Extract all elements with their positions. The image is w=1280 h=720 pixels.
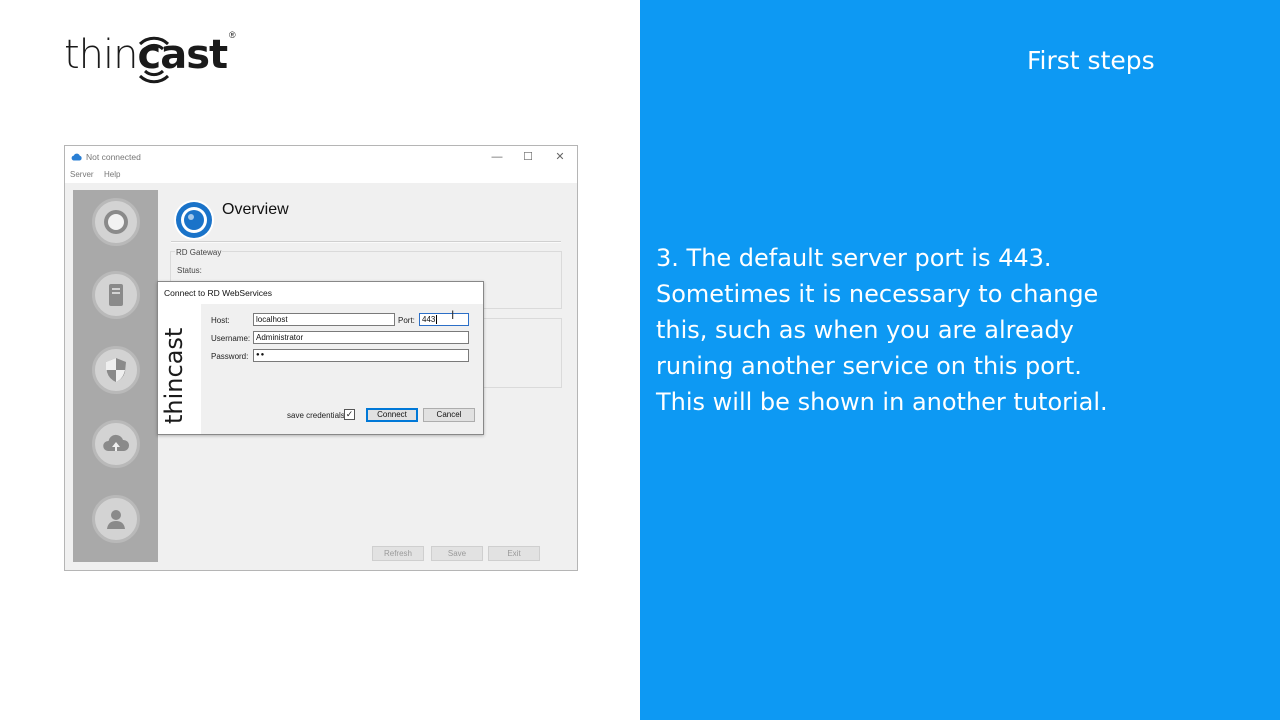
save-button[interactable]: Save: [431, 546, 483, 561]
cloud-icon: [71, 153, 82, 161]
menu-server[interactable]: Server: [70, 170, 94, 179]
thincast-logo: thincast ®: [64, 24, 244, 94]
registered-mark: ®: [229, 30, 236, 40]
password-input[interactable]: ●●: [253, 349, 469, 362]
refresh-button[interactable]: Refresh: [372, 546, 424, 561]
body-line-4: runing another service on this port.: [656, 352, 1082, 380]
port-label: Port:: [398, 316, 415, 325]
overview-eye-icon: [174, 200, 214, 240]
dialog-title: Connect to RD WebServices: [164, 288, 273, 298]
title-divider: [171, 241, 561, 243]
rd-gateway-label: RD Gateway: [175, 248, 223, 257]
window-title: Not connected: [86, 152, 141, 162]
cloud-upload-icon: [103, 434, 130, 451]
sidebar: [73, 190, 158, 562]
body-line-1: 3. The default server port is 443.: [656, 244, 1052, 272]
sidebar-item-overview[interactable]: [92, 198, 140, 246]
server-icon: [109, 284, 123, 306]
status-label: Status:: [177, 266, 202, 275]
port-value: 443: [422, 315, 436, 324]
sidebar-item-security[interactable]: [92, 346, 140, 394]
exit-button[interactable]: Exit: [488, 546, 540, 561]
save-credentials-label: save credentials: [287, 411, 345, 420]
body-line-5: This will be shown in another tutorial.: [656, 388, 1108, 416]
text-caret: [436, 315, 438, 325]
sidebar-item-users[interactable]: [92, 495, 140, 543]
dialog-thincast-logo: thincast: [160, 327, 188, 424]
page-title: Overview: [222, 201, 289, 218]
logo-thin: thin: [64, 32, 138, 78]
sidebar-item-server[interactable]: [92, 271, 140, 319]
slide-left-panel: thincast ® Not connected — ☐ ✕ Server He…: [0, 0, 640, 720]
overview-icon: [104, 210, 128, 234]
dialog-body: thincast Host: localhost Port: 443 Usern…: [158, 304, 483, 434]
connect-button[interactable]: Connect: [366, 408, 418, 422]
menu-help[interactable]: Help: [104, 170, 120, 179]
close-button[interactable]: ✕: [552, 149, 568, 165]
menu-bar: Server Help: [65, 168, 577, 183]
username-input[interactable]: Administrator: [253, 331, 469, 344]
cancel-button[interactable]: Cancel: [423, 408, 475, 422]
slide-heading: First steps: [1027, 46, 1155, 75]
users-icon: [107, 510, 125, 529]
maximize-button[interactable]: ☐: [520, 149, 536, 165]
shield-icon: [106, 358, 126, 382]
slide-body-text: 3. The default server port is 443. Somet…: [656, 240, 1266, 420]
port-input[interactable]: 443: [419, 313, 469, 326]
save-credentials-checkbox[interactable]: ✓: [344, 409, 355, 420]
minimize-button[interactable]: —: [489, 149, 505, 165]
host-label: Host:: [211, 316, 230, 325]
username-label: Username:: [211, 334, 251, 343]
window-titlebar[interactable]: Not connected — ☐ ✕: [65, 146, 577, 168]
password-label: Password:: [211, 352, 249, 361]
slide-right-panel: First steps 3. The default server port i…: [640, 0, 1280, 720]
sidebar-item-cloud[interactable]: [92, 420, 140, 468]
wifi-waves-icon: [138, 36, 170, 84]
text-cursor-icon: I: [451, 308, 455, 322]
body-line-3: this, such as when you are already: [656, 316, 1074, 344]
connect-dialog: Connect to RD WebServices thincast Host:…: [157, 281, 484, 435]
body-line-2: Sometimes it is necessary to change: [656, 280, 1099, 308]
host-input[interactable]: localhost: [253, 313, 395, 326]
dialog-logo-panel: thincast: [158, 304, 201, 434]
